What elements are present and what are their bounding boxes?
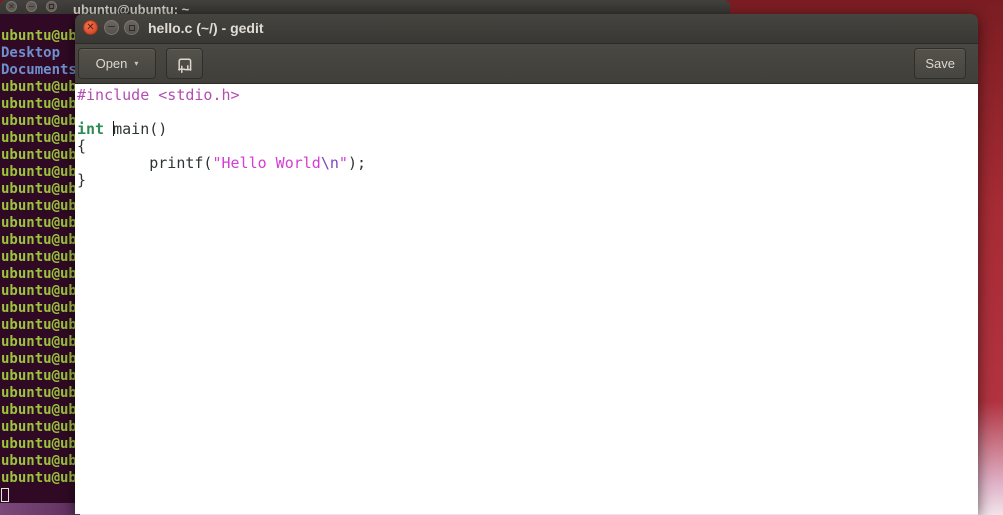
gedit-minimize-button[interactable]: −	[104, 20, 119, 35]
terminal-titlebar[interactable]: ✕ − ubuntu@ubuntu: ~	[0, 0, 730, 17]
gedit-maximize-button[interactable]	[124, 20, 139, 35]
open-button[interactable]: Open ▾	[78, 48, 156, 79]
terminal-minimize-button[interactable]: −	[26, 1, 37, 12]
code-token: "	[338, 154, 348, 172]
close-icon: ✕	[8, 2, 15, 11]
tab-new-icon	[177, 58, 191, 73]
terminal-close-button[interactable]: ✕	[6, 1, 17, 12]
code-token: );	[347, 154, 366, 172]
save-button[interactable]: Save	[914, 48, 966, 79]
code-token: \n	[320, 154, 339, 172]
gedit-toolbar: Open ▾ Save	[75, 44, 978, 84]
open-button-label: Open	[95, 56, 128, 71]
new-document-button[interactable]	[166, 48, 203, 79]
terminal-block-cursor	[1, 488, 9, 502]
gedit-close-button[interactable]: ✕	[83, 20, 98, 35]
code-token: }	[77, 171, 87, 189]
code-line: }	[77, 172, 978, 189]
code-token: main()	[113, 120, 168, 138]
code-line: #include <stdio.h>	[77, 87, 978, 104]
minimize-icon: −	[106, 20, 117, 33]
minimize-icon: −	[28, 2, 35, 11]
maximize-icon	[128, 25, 135, 31]
terminal-maximize-button[interactable]	[46, 1, 57, 12]
gedit-window-title: hello.c (~/) - gedit	[148, 20, 264, 36]
code-token: int	[77, 120, 105, 138]
maximize-icon	[49, 4, 54, 9]
code-token: {	[77, 137, 87, 155]
code-token: #include <stdio.h>	[77, 86, 240, 104]
close-icon: ✕	[86, 22, 95, 33]
code-token: printf(	[77, 154, 213, 172]
save-button-label: Save	[925, 56, 955, 71]
text-editor-area[interactable]: #include <stdio.h> int main(){ printf("He…	[75, 84, 978, 514]
code-token: "Hello World	[212, 154, 321, 172]
chevron-down-icon: ▾	[134, 59, 139, 68]
gedit-titlebar[interactable]: ✕ − hello.c (~/) - gedit	[75, 14, 978, 44]
desktop: ✕ − ubuntu@ubuntu: ~ ubuntu@ub Desktop Doc…	[0, 0, 1003, 515]
code-line: printf("Hello World\n");	[77, 155, 978, 172]
gedit-window[interactable]: ✕ − hello.c (~/) - gedit Open ▾ Save #in…	[75, 14, 978, 515]
code-line: {	[77, 138, 978, 155]
code-line: int main()	[77, 121, 978, 138]
wallpaper-purple-band	[0, 503, 80, 515]
